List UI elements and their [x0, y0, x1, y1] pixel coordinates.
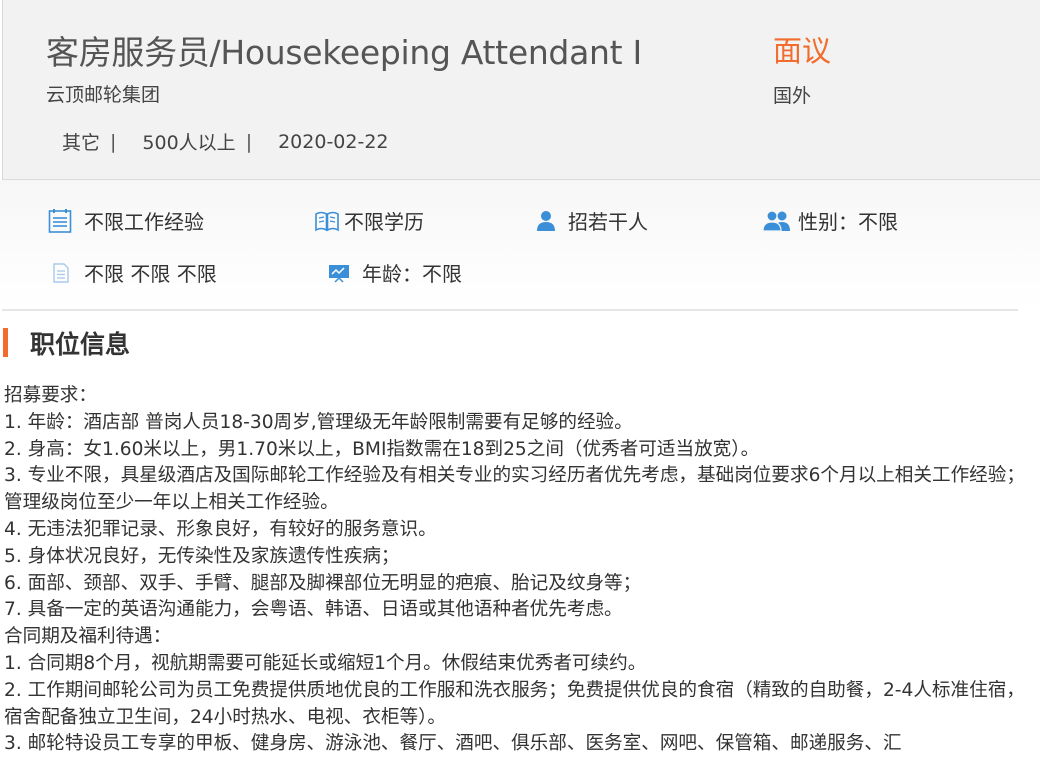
company-meta-row: 其它 | 500人以上 | 2020-02-22: [62, 128, 389, 155]
meta-separator: |: [110, 130, 117, 153]
job-location: 国外: [773, 85, 812, 107]
presentation-icon: [329, 264, 349, 283]
company-size-label: 500人以上: [142, 132, 236, 154]
description-line: 1. 合同期8个月，视航期需要可能延长或缩短1个月。休假结束优秀者可续约。: [4, 652, 647, 674]
job-title: 客房服务员/Housekeeping Attendant I: [46, 33, 642, 72]
description-line: 1. 年龄：酒店部 普岗人员18-30周岁,管理级无年龄限制需要有足够的经验。: [4, 411, 633, 433]
group-icon: [762, 209, 790, 232]
calendar-icon: [48, 208, 72, 233]
job-description: 招募要求： 1. 年龄：酒店部 普岗人员18-30周岁,管理级无年龄限制需要有足…: [4, 383, 1029, 758]
description-line: 4. 无违法犯罪记录、形象良好，有较好的服务意识。: [4, 518, 437, 540]
industry-label: 其它: [62, 132, 101, 154]
req-other-label: 不限 不限 不限: [84, 262, 217, 286]
description-line: 5. 身体状况良好，无传染性及家族遗传性疾病；: [4, 545, 400, 567]
section-accent-bar: [3, 328, 8, 357]
book-icon: [315, 211, 339, 231]
req-gender-label: 性别：不限: [798, 210, 898, 234]
description-line: 招募要求：: [4, 385, 97, 406]
section-title: 职位信息: [30, 330, 131, 359]
req-education-label: 不限学历: [344, 210, 424, 234]
req-headcount: 招若干人: [536, 206, 648, 235]
description-line: 2. 身高：女1.60米以上，男1.70米以上，BMI指数需在18到25之间（优…: [4, 438, 760, 460]
req-age: 年龄：不限: [328, 258, 462, 287]
post-date-label: 2020-02-22: [278, 130, 389, 153]
document-icon: [53, 262, 69, 283]
meta-separator: |: [245, 130, 253, 153]
req-headcount-label: 招若干人: [568, 210, 648, 234]
req-gender: 性别：不限: [762, 206, 898, 235]
job-detail-page: 客房服务员/Housekeeping Attendant I 面议 云顶邮轮集团…: [0, 0, 1040, 765]
description-line: 合同期及福利待遇：: [4, 626, 172, 648]
section-divider: [2, 309, 1018, 311]
requirements-strip: [0, 180, 1040, 310]
company-name[interactable]: 云顶邮轮集团: [46, 80, 160, 107]
description-line: 7. 具备一定的英语沟通能力，会粤语、韩语、日语或其他语种者优先考虑。: [4, 599, 623, 621]
description-line: 3. 邮轮特设员工专享的甲板、健身房、游泳池、餐厅、酒吧、俱乐部、医务室、网吧、…: [4, 733, 902, 755]
req-age-label: 年龄：不限: [362, 262, 462, 286]
person-icon: [537, 210, 555, 231]
req-education: 不限学历: [314, 206, 424, 235]
req-experience-label: 不限工作经验: [84, 210, 204, 234]
description-line: 6. 面部、颈部、双手、手臂、腿部及脚裸部位无明显的疤痕、胎记及纹身等；: [4, 572, 642, 594]
description-line: 2. 工作期间邮轮公司为员工免费提供质地优良的工作服和洗衣服务；免费提供优良的食…: [4, 679, 1025, 728]
req-other: 不限 不限 不限: [52, 258, 217, 287]
description-line: 3. 专业不限，具星级酒店及国际邮轮工作经验及有相关专业的实习经历者优先考虑，基…: [4, 465, 1025, 514]
salary-text: 面议: [773, 34, 832, 68]
req-experience: 不限工作经验: [48, 206, 204, 235]
